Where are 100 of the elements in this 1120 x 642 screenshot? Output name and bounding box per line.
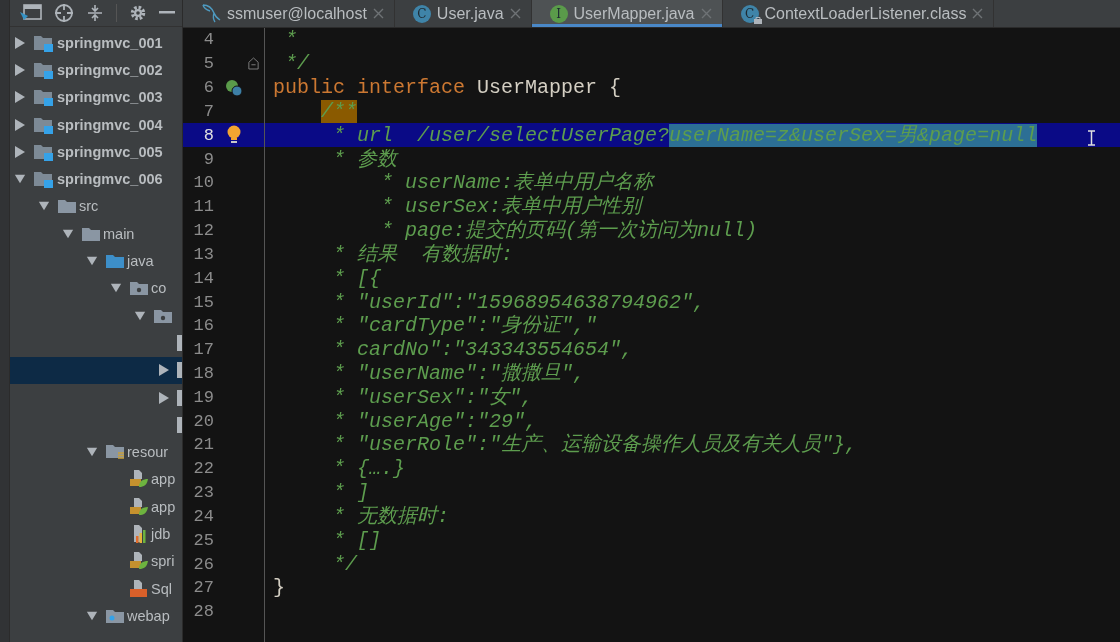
line-number: 26 bbox=[192, 554, 214, 574]
expand-arrow-icon[interactable] bbox=[14, 90, 26, 105]
settings-icon[interactable] bbox=[129, 4, 147, 22]
tree-item[interactable]: co bbox=[10, 274, 182, 302]
tree-item-label: resour bbox=[127, 444, 169, 461]
tree-item[interactable]: Sql bbox=[10, 574, 182, 603]
package-folder-icon bbox=[129, 280, 149, 297]
tree-item[interactable]: springmvc_001 bbox=[10, 29, 182, 57]
tree-item[interactable]: springmvc_004 bbox=[10, 110, 182, 139]
code-text: */ bbox=[284, 52, 309, 76]
spring-xml-file-icon bbox=[129, 469, 149, 490]
code-text: * 结果 有数据时: bbox=[332, 242, 514, 266]
code-text: * ] bbox=[332, 481, 369, 505]
implemented-icon[interactable] bbox=[225, 78, 243, 97]
code-text: * [{ bbox=[332, 266, 382, 290]
tree-item[interactable]: jdb bbox=[10, 520, 182, 548]
code-text: * page:提交的页码(第一次访问为null) bbox=[380, 219, 758, 243]
code-text: */ bbox=[332, 552, 357, 576]
editor-tab[interactable]: ssmuser@localhost bbox=[183, 0, 395, 27]
folder-icon bbox=[81, 225, 101, 242]
line-number: 21 bbox=[192, 435, 214, 455]
tree-item[interactable]: springmvc_003 bbox=[10, 83, 182, 111]
tree-item[interactable]: resour bbox=[10, 438, 182, 466]
line-number: 18 bbox=[192, 364, 214, 383]
line-number: 22 bbox=[192, 459, 214, 479]
code-text: * "userSex":"女", bbox=[332, 385, 534, 409]
line-number: 25 bbox=[192, 530, 214, 550]
tree-item-label: springmvc_006 bbox=[57, 171, 163, 188]
layout-icon[interactable] bbox=[20, 4, 42, 22]
tree-item-label: spri bbox=[151, 553, 175, 570]
class-icon: C bbox=[740, 4, 759, 23]
tree-item[interactable]: webap bbox=[10, 602, 182, 630]
line-number: 13 bbox=[192, 244, 214, 264]
tree-item-label: springmvc_001 bbox=[57, 34, 163, 51]
tree-item-label: webap bbox=[127, 607, 170, 624]
code-text: * "userId":"15968954638794962", bbox=[332, 290, 706, 314]
code-text: * [] bbox=[332, 528, 382, 552]
dolphin-icon bbox=[201, 2, 221, 25]
code-text: * 参数 bbox=[332, 147, 397, 171]
tree-item[interactable]: springmvc_006 bbox=[10, 165, 182, 193]
line-number: 5 bbox=[202, 54, 214, 74]
code-text: * 无数据时: bbox=[332, 504, 449, 528]
line-number: 17 bbox=[192, 340, 214, 360]
class-icon: C bbox=[412, 4, 431, 23]
tree-item[interactable] bbox=[10, 356, 182, 384]
spring-xml-file-icon bbox=[129, 551, 149, 572]
tree-item-label: jdb bbox=[151, 526, 171, 542]
tree-item-label: java bbox=[127, 253, 154, 269]
tree-item-label: main bbox=[103, 225, 135, 242]
tree-item[interactable]: app bbox=[10, 493, 182, 521]
editor-tab[interactable]: C User.java bbox=[394, 0, 532, 27]
tree-item-label: app bbox=[151, 471, 176, 488]
module-folder-icon bbox=[33, 169, 55, 190]
fold-icon[interactable] bbox=[248, 56, 259, 72]
matched-brace-text: /** bbox=[321, 99, 357, 123]
package-folder-icon bbox=[153, 307, 173, 324]
tree-item-label: Sql bbox=[151, 580, 172, 597]
tree-item-label: src bbox=[79, 198, 99, 215]
expand-arrow-icon[interactable] bbox=[14, 35, 26, 50]
line-number: 11 bbox=[192, 197, 214, 217]
tree-item-label: springmvc_004 bbox=[57, 116, 163, 133]
expand-arrow-icon[interactable] bbox=[14, 144, 26, 159]
line-number: 15 bbox=[192, 292, 214, 312]
line-number: 23 bbox=[192, 483, 214, 503]
code-text: * userSex:表单中用户性别 bbox=[380, 195, 642, 219]
line-number: 27 bbox=[192, 578, 214, 598]
editor-tab[interactable]: I UserMapper.java bbox=[531, 0, 723, 27]
line-number: 24 bbox=[192, 506, 214, 526]
minimize-icon[interactable] bbox=[159, 11, 175, 15]
crosshair-icon[interactable] bbox=[54, 3, 74, 23]
tree-item-label: springmvc_005 bbox=[57, 143, 163, 160]
tree-item[interactable]: springmvc_005 bbox=[10, 138, 182, 166]
code-text: * "cardType":"身份证"," bbox=[332, 314, 598, 338]
editor-tab[interactable]: C ContextLoaderListener.class bbox=[722, 0, 995, 27]
line-number: 14 bbox=[192, 268, 214, 288]
expand-arrow-icon[interactable] bbox=[14, 117, 26, 132]
tree-item[interactable]: app bbox=[10, 465, 182, 494]
expand-arrow-icon[interactable] bbox=[158, 363, 170, 378]
tree-item[interactable]: src bbox=[10, 192, 182, 221]
web-folder-icon bbox=[105, 607, 125, 624]
folder-icon bbox=[57, 198, 77, 215]
code-text: * url /user/selectUserPage? bbox=[332, 123, 670, 147]
text-cursor-icon bbox=[1087, 130, 1096, 146]
tree-item[interactable]: java bbox=[10, 247, 182, 275]
code-text: } bbox=[273, 576, 285, 600]
tree-item[interactable]: spri bbox=[10, 547, 182, 575]
selected-code-text: userName=z&userSex=男&page=null bbox=[669, 123, 1038, 147]
tree-item-label: app bbox=[151, 498, 176, 515]
code-text: * {….} bbox=[332, 457, 406, 481]
tree-item[interactable]: springmvc_002 bbox=[10, 56, 182, 84]
collapse-icon[interactable] bbox=[86, 4, 104, 22]
line-number: 16 bbox=[192, 316, 214, 336]
spring-xml-file-icon bbox=[129, 496, 149, 517]
tree-item[interactable]: main bbox=[10, 220, 182, 248]
line-number: 20 bbox=[192, 411, 214, 431]
expand-arrow-icon[interactable] bbox=[158, 390, 170, 405]
expand-arrow-icon[interactable] bbox=[14, 62, 26, 77]
line-number: 6 bbox=[202, 78, 214, 98]
line-number: 10 bbox=[192, 173, 214, 193]
lightbulb-icon[interactable] bbox=[226, 125, 242, 146]
